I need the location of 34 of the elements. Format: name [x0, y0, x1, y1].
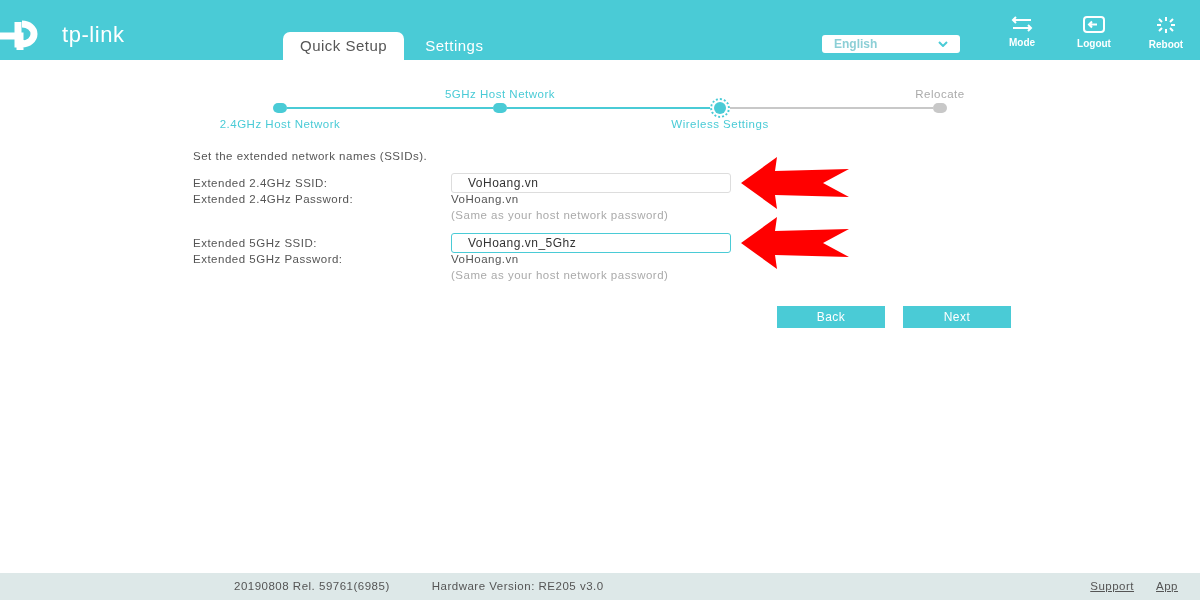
field-label: Extended 5GHz Password:: [193, 251, 344, 267]
hint-text: (Same as your host network password): [451, 207, 669, 223]
logo-text: tp-link: [62, 20, 125, 49]
firmware-version: 20190808 Rel. 59761(6985): [234, 578, 390, 594]
reboot-button[interactable]: Reboot: [1134, 16, 1198, 52]
step-label: 2.4GHz Host Network: [219, 118, 341, 130]
hardware-version: Hardware Version: RE205 v3.0: [431, 578, 604, 594]
field-label: Extended 2.4GHz SSID:: [193, 175, 329, 191]
footer-link[interactable]: Support: [1090, 577, 1135, 596]
footer-link[interactable]: App: [1156, 577, 1178, 596]
password-value: VoHoang.vn: [451, 251, 519, 267]
step-label: Relocate: [915, 88, 965, 100]
arrow-icon: [741, 157, 849, 210]
step-label: 5GHz Host Network: [444, 88, 556, 100]
language-dropdown[interactable]: English: [822, 35, 960, 53]
logout-icon: [1083, 16, 1105, 33]
action-button[interactable]: Next: [903, 306, 1011, 329]
mode-button[interactable]: Mode: [990, 16, 1054, 52]
action-button[interactable]: Back: [777, 306, 885, 329]
swap-arrows-icon: [1010, 16, 1034, 32]
ssid-input[interactable]: VoHoang.vn: [451, 173, 731, 194]
ssid-input[interactable]: VoHoang.vn_5Ghz: [451, 233, 731, 254]
nav-tab[interactable]: Settings: [408, 32, 501, 60]
password-value: VoHoang.vn: [451, 191, 519, 207]
step-label: Wireless Settings: [671, 118, 769, 130]
field-label: Extended 5GHz SSID:: [193, 235, 318, 251]
chevron-down-icon: [938, 41, 948, 47]
hint-text: (Same as your host network password): [451, 267, 669, 283]
logout-button[interactable]: Logout: [1062, 16, 1126, 52]
instruction-text: Set the extended network names (SSIDs).: [193, 149, 429, 164]
nav-tab[interactable]: Quick Setup: [283, 32, 405, 60]
arrow-icon: [741, 217, 849, 270]
reboot-icon: [1155, 16, 1177, 34]
field-label: Extended 2.4GHz Password:: [193, 191, 355, 207]
